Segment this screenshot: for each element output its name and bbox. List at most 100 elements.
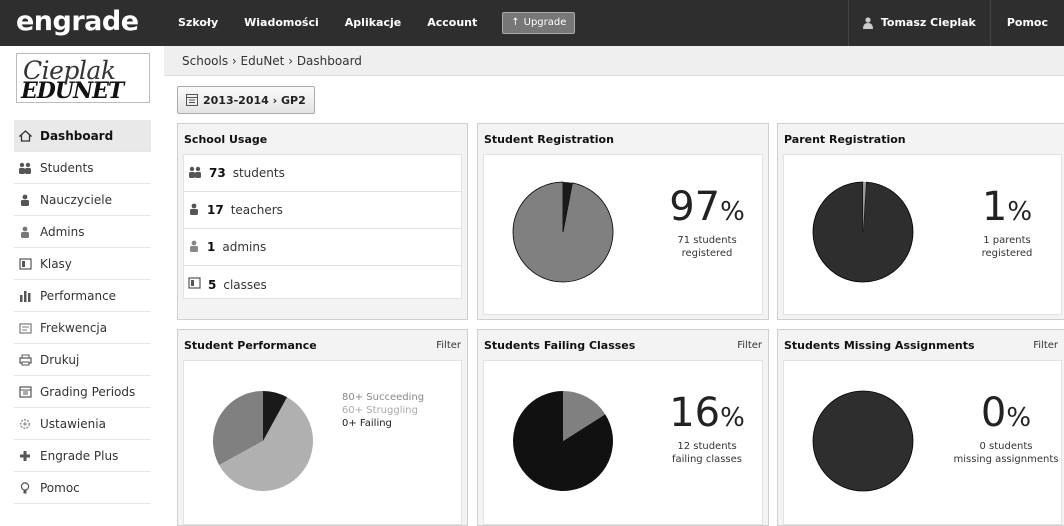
panel-header: Students Missing Assignments Filter <box>778 330 1064 360</box>
stat-caption-line2: missing assignments <box>953 454 1059 465</box>
stat-unit: % <box>1007 197 1033 227</box>
usage-row-teachers: 17 teachers <box>184 192 461 229</box>
filter-link[interactable]: Filter <box>436 340 461 351</box>
admin-icon <box>188 240 200 255</box>
panel-title: Parent Registration <box>784 132 906 146</box>
stat-caption-line2: registered <box>681 248 733 259</box>
arrow-up-icon: ↑ <box>511 17 520 28</box>
usage-row-students: 73 students <box>184 155 461 192</box>
registration-stat: 97% 71 students registered <box>652 185 762 260</box>
panel-title: School Usage <box>184 132 268 146</box>
stat-unit: % <box>720 197 745 227</box>
sidebar-item-label: Ustawienia <box>40 416 106 431</box>
attendance-icon <box>18 321 32 335</box>
performance-icon <box>18 289 32 303</box>
parent-registration-stat: 1% 1 parents registered <box>952 185 1062 260</box>
stat-caption-line1: 0 students <box>979 441 1033 452</box>
students-icon <box>188 166 202 181</box>
sidebar-item-label: Nauczyciele <box>40 192 112 207</box>
sidebar-item-label: Grading Periods <box>40 384 136 399</box>
nav-apps[interactable]: Aplikacje <box>332 0 414 46</box>
usage-label: classes <box>223 277 267 292</box>
filter-link[interactable]: Filter <box>1033 340 1058 351</box>
sidebar-item-settings[interactable]: Ustawienia <box>14 408 151 440</box>
admin-icon <box>18 225 32 239</box>
stat-number: 97 <box>669 184 721 230</box>
stat-caption-line1: 71 students <box>677 235 737 246</box>
pie-slice-not-missing <box>812 390 914 492</box>
calendar-icon <box>186 94 198 106</box>
student-registration-panel: Student Registration 97% 71 students reg… <box>477 123 769 320</box>
panel-header: Student Performance Filter <box>178 330 467 360</box>
panel-body: 73 students 17 teachers 1 admins 5 class… <box>183 154 462 299</box>
usage-row-classes: 5 classes <box>184 266 461 303</box>
usage-count: 17 <box>207 203 224 217</box>
nav-schools[interactable]: Szkoły <box>165 0 231 46</box>
panel-title: Students Failing Classes <box>484 338 636 352</box>
sidebar-item-dashboard[interactable]: Dashboard <box>14 120 151 152</box>
sidebar-item-students[interactable]: Students <box>14 152 151 184</box>
sidebar-item-attendance[interactable]: Frekwencja <box>14 312 151 344</box>
legend-succeeding[interactable]: 80+ Succeeding <box>342 391 424 404</box>
panel-title: Students Missing Assignments <box>784 338 975 352</box>
grading-period-label: 2013-2014 › GP2 <box>203 93 306 107</box>
teacher-icon <box>18 193 32 207</box>
legend-failing[interactable]: 0+ Failing <box>342 417 424 430</box>
parent-registration-pie-chart <box>812 181 914 283</box>
sidebar-item-teachers[interactable]: Nauczyciele <box>14 184 151 216</box>
parent-registration-panel: Parent Registration 1% 1 parents registe… <box>777 123 1064 320</box>
help-icon <box>18 481 32 495</box>
panel-body: 1% 1 parents registered <box>783 154 1062 315</box>
panel-header: School Usage <box>178 124 467 154</box>
help-link[interactable]: Pomoc <box>989 0 1064 46</box>
sidebar-item-help[interactable]: Pomoc <box>14 472 151 504</box>
sidebar-item-classes[interactable]: Klasy <box>14 248 151 280</box>
upgrade-button[interactable]: ↑ Upgrade <box>502 12 576 34</box>
students-icon <box>18 161 32 175</box>
user-menu[interactable]: Tomasz Cieplak <box>847 0 990 46</box>
stat-number: 16 <box>669 390 721 436</box>
breadcrumb[interactable]: Schools › EduNet › Dashboard <box>182 54 362 68</box>
sidebar-item-label: Dashboard <box>40 128 114 143</box>
performance-legend: 80+ Succeeding 60+ Struggling 0+ Failing <box>342 391 424 430</box>
gear-icon <box>18 417 32 431</box>
sidebar-item-performance[interactable]: Performance <box>14 280 151 312</box>
upgrade-label: Upgrade <box>523 17 567 28</box>
sidebar-item-print[interactable]: Drukuj <box>14 344 151 376</box>
sidebar-item-label: Drukuj <box>40 352 80 367</box>
sidebar-item-label: Klasy <box>40 256 72 271</box>
main-nav: Szkoły Wiadomości Aplikacje Account ↑ Up… <box>165 0 576 46</box>
nav-account[interactable]: Account <box>414 0 490 46</box>
sidebar: Dashboard Students Nauczyciele Admins Kl… <box>14 120 151 504</box>
usage-count: 73 <box>209 166 226 180</box>
sidebar-item-engrade-plus[interactable]: Engrade Plus <box>14 440 151 472</box>
legend-struggling[interactable]: 60+ Struggling <box>342 404 424 417</box>
stat-number: 0 <box>980 390 1007 436</box>
missing-stat: 0% 0 students missing assignments <box>944 391 1064 466</box>
stat-value: 97% <box>652 185 762 234</box>
stat-unit: % <box>1006 403 1032 433</box>
grading-period-button[interactable]: 2013-2014 › GP2 <box>177 86 315 114</box>
sidebar-item-grading-periods[interactable]: Grading Periods <box>14 376 151 408</box>
sidebar-item-label: Frekwencja <box>40 320 108 335</box>
usage-row-admins: 1 admins <box>184 229 461 266</box>
sidebar-item-label: Performance <box>40 288 117 303</box>
panel-title: Student Registration <box>484 132 614 146</box>
panel-body: 97% 71 students registered <box>483 154 763 315</box>
user-icon <box>862 17 873 29</box>
engrade-logo[interactable]: engrade <box>16 6 139 37</box>
nav-messages[interactable]: Wiadomości <box>231 0 332 46</box>
teacher-icon <box>188 203 200 218</box>
panel-body: 80+ Succeeding 60+ Struggling 0+ Failing <box>183 360 462 525</box>
sidebar-item-label: Students <box>40 160 94 175</box>
school-logo: Cieplak EDUNET <box>16 53 150 103</box>
user-name: Tomasz Cieplak <box>880 16 976 29</box>
stat-value: 0% <box>944 391 1064 440</box>
failing-stat: 16% 12 students failing classes <box>652 391 762 466</box>
sidebar-item-admins[interactable]: Admins <box>14 216 151 248</box>
filter-link[interactable]: Filter <box>737 340 762 351</box>
stat-caption-line1: 1 parents <box>983 235 1031 246</box>
school-usage-panel: School Usage 73 students 17 teachers 1 a… <box>177 123 468 320</box>
students-missing-panel: Students Missing Assignments Filter 0% 0… <box>777 329 1064 526</box>
panel-body: 0% 0 students missing assignments <box>783 360 1062 525</box>
